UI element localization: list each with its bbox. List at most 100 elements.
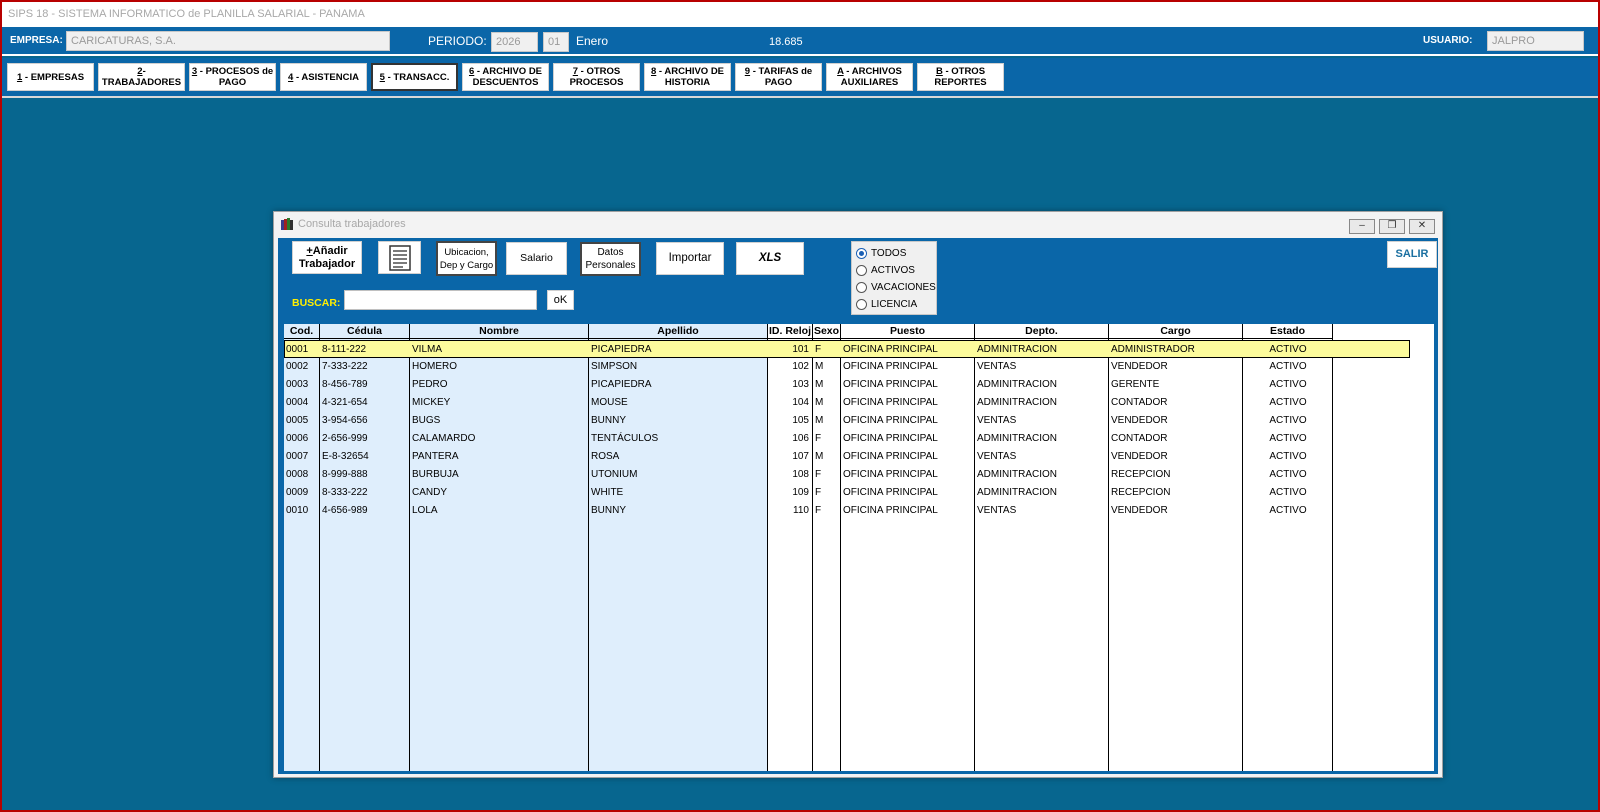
cell-cedula: 8-456-789 (322, 379, 368, 390)
column-header-cedula[interactable]: Cédula (320, 324, 410, 339)
table-scroll-area[interactable] (1412, 324, 1434, 771)
restore-button[interactable]: ❐ (1379, 219, 1405, 234)
cell-cedula: 4-321-654 (322, 397, 368, 408)
cell-apellido: BUNNY (591, 505, 627, 516)
periodo-month-name: Enero (576, 34, 609, 48)
cell-cedula: 8-333-222 (322, 487, 368, 498)
cell-nombre: PEDRO (412, 379, 448, 390)
cell-cedula: 8-111-222 (322, 344, 367, 355)
cell-estado: ACTIVO (1269, 487, 1307, 498)
cell-sexo: F (815, 433, 822, 444)
cell-estado: ACTIVO (1269, 361, 1307, 372)
table-row[interactable]: 0009 8-333-222 CANDY WHITE 109 F OFICINA PRINC… (284, 484, 1410, 502)
menu-archivo-descuentos[interactable]: 6 - ARCHIVO DE DESCUENTOS (462, 63, 549, 91)
column-header-id-reloj[interactable]: ID. Reloj (768, 324, 813, 339)
column-header-depto[interactable]: Depto. (975, 324, 1109, 339)
close-button[interactable]: ✕ (1409, 219, 1435, 234)
cell-puesto: OFICINA PRINCIPAL (843, 487, 938, 498)
salario-button[interactable]: Salario (506, 242, 567, 275)
table-row[interactable]: 0005 3-954-656 BUGS BUNNY 105 M OFICINA PRINCI… (284, 412, 1410, 430)
filter-licencia[interactable]: LICENCIA (852, 296, 936, 313)
table-row[interactable]: 0007 E-8-32654 PANTERA ROSA 107 M OFICINA PRIN… (284, 448, 1410, 466)
cell-sexo: F (815, 344, 822, 355)
menu-transacciones[interactable]: 5 - TRANSACC. (371, 63, 458, 91)
filter-vacaciones[interactable]: VACACIONES (852, 279, 936, 296)
column-header-apellido[interactable]: Apellido (589, 324, 768, 339)
cell-estado: ACTIVO (1269, 469, 1307, 480)
column-header-cod[interactable]: Cod. (284, 324, 320, 339)
table-row[interactable]: 0004 4-321-654 MICKEY MOUSE 104 M OFICINA PRIN… (284, 394, 1410, 412)
search-input[interactable] (344, 290, 537, 310)
filter-todos[interactable]: TODOS (852, 245, 936, 262)
cell-nombre: CANDY (412, 487, 448, 498)
cell-cod: 0007 (286, 451, 309, 462)
cell-sexo: M (815, 379, 824, 390)
table-row[interactable]: 0006 2-656-999 CALAMARDO TENTÁCULOS 106 F OFIC… (284, 430, 1410, 448)
column-header-nombre[interactable]: Nombre (410, 324, 589, 339)
periodo-month-field[interactable]: 01 (543, 32, 569, 52)
cell-nombre: MICKEY (412, 397, 451, 408)
xls-export-button[interactable]: XLS (736, 242, 804, 275)
ubicacion-dep-cargo-button[interactable]: Ubicacion, Dep y Cargo (436, 241, 497, 276)
importar-button[interactable]: Importar (656, 242, 724, 275)
datos-personales-button[interactable]: Datos Personales (580, 242, 641, 276)
cell-cargo: GERENTE (1111, 379, 1160, 390)
menu-trabajadores[interactable]: 2-TRABAJADORES (98, 63, 185, 91)
cell-id-reloj: 102 (792, 361, 809, 372)
cell-id-reloj: 110 (793, 505, 809, 516)
table-row[interactable]: 0010 4-656-989 LOLA BUNNY 110 F OFICINA PRINCI… (284, 502, 1410, 520)
menu-empresas[interactable]: 1 - EMPRESAS (7, 63, 94, 91)
report-button[interactable] (378, 241, 421, 274)
cell-depto: ADMINITRACION (977, 487, 1057, 498)
cell-apellido: PICAPIEDRA (591, 344, 652, 355)
table-row[interactable]: 0001 8-111-222 VILMA PICAPIEDRA 101 F OFICINA … (284, 340, 1410, 358)
ok-search-button[interactable]: oK (547, 290, 574, 310)
table-row[interactable]: 0008 8-999-888 BURBUJA UTONIUM 108 F OFICINA P… (284, 466, 1410, 484)
minimize-button[interactable]: – (1349, 219, 1375, 234)
cell-nombre: VILMA (412, 344, 443, 355)
menu-procesos-pago[interactable]: 3 - PROCESOS de PAGO (189, 63, 276, 91)
cell-puesto: OFICINA PRINCIPAL (843, 415, 938, 426)
cell-apellido: WHITE (591, 487, 624, 498)
usuario-field[interactable]: JALPRO (1487, 31, 1584, 51)
cell-id-reloj: 104 (792, 397, 809, 408)
cell-nombre: PANTERA (412, 451, 459, 462)
table-row[interactable]: 0003 8-456-789 PEDRO PICAPIEDRA 103 M OFICINA … (284, 376, 1410, 394)
radio-icon (856, 248, 867, 259)
empresa-field[interactable]: CARICATURAS, S.A. (66, 31, 390, 51)
buscar-label: BUSCAR: (292, 297, 341, 309)
cell-puesto: OFICINA PRINCIPAL (843, 451, 938, 462)
menu-asistencia[interactable]: 4 - ASISTENCIA (280, 63, 367, 91)
column-header-puesto[interactable]: Puesto (841, 324, 975, 339)
filter-activos[interactable]: ACTIVOS (852, 262, 936, 279)
document-icon (388, 244, 411, 271)
cell-cargo: VENDEDOR (1111, 505, 1168, 516)
cell-depto: ADMINITRACION (977, 397, 1057, 408)
menu-archivo-historia[interactable]: 8 - ARCHIVO DE HISTORIA (644, 63, 731, 91)
cell-sexo: M (815, 415, 824, 426)
cell-cedula: 8-999-888 (322, 469, 368, 480)
table-row[interactable]: 0002 7-333-222 HOMERO SIMPSON 102 M OFICINA PR… (284, 358, 1410, 376)
cell-id-reloj: 107 (792, 451, 809, 462)
menu-archivos-auxiliares[interactable]: A - ARCHIVOS AUXILIARES (826, 63, 913, 91)
column-header-sexo[interactable]: Sexo (813, 324, 841, 339)
column-header-cargo[interactable]: Cargo (1109, 324, 1243, 339)
cell-id-reloj: 105 (792, 415, 809, 426)
menu-tarifas-pago[interactable]: 9 - TARIFAS de PAGO (735, 63, 822, 91)
cell-depto: ADMINITRACION (977, 469, 1057, 480)
add-worker-button[interactable]: +Añadir Trabajador (292, 241, 362, 274)
radio-icon (856, 282, 867, 293)
empresa-label: EMPRESA: (10, 35, 63, 46)
dialog-title-bar: Consulta trabajadores (274, 212, 1442, 237)
cell-puesto: OFICINA PRINCIPAL (843, 379, 938, 390)
salir-button[interactable]: SALIR (1387, 241, 1437, 268)
menu-otros-reportes[interactable]: B - OTROS REPORTES (917, 63, 1004, 91)
radio-icon (856, 265, 867, 276)
menu-otros-procesos[interactable]: 7 - OTROS PROCESOS (553, 63, 640, 91)
periodo-year-field[interactable]: 2026 (491, 32, 538, 52)
cell-puesto: OFICINA PRINCIPAL (843, 433, 938, 444)
cell-puesto: OFICINA PRINCIPAL (843, 505, 938, 516)
cell-apellido: PICAPIEDRA (591, 379, 652, 390)
app-title-bar: SIPS 18 - SISTEMA INFORMATICO de PLANILL… (2, 2, 1598, 26)
column-header-estado[interactable]: Estado (1243, 324, 1333, 339)
